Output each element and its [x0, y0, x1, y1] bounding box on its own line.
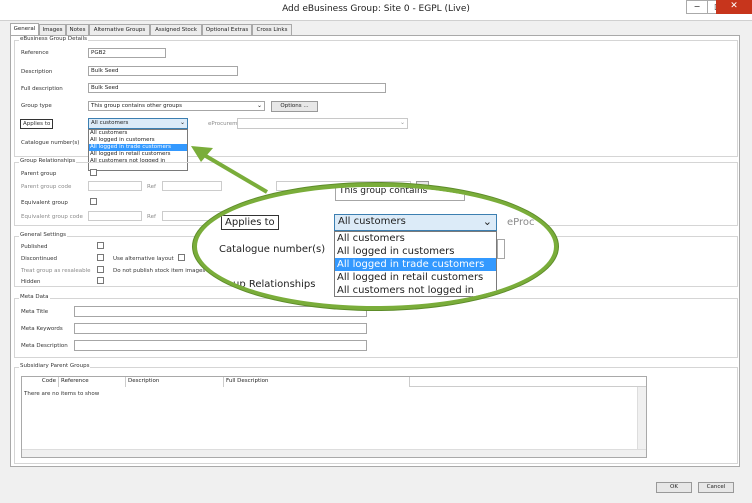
eprocurement-select[interactable]: ⌄ — [237, 118, 408, 129]
zoom-dropdown-option: All customers not logged in — [337, 285, 474, 296]
chevron-down-icon: ⌄ — [256, 102, 262, 109]
zoom-catalogue-edge — [497, 239, 505, 259]
column-header-description[interactable]: Description — [126, 377, 224, 387]
zoom-applies-to-select: All customers ⌄ — [334, 214, 497, 231]
meta-description-label: Meta Description — [21, 343, 68, 349]
description-label: Description — [21, 69, 53, 75]
callout-arrow — [191, 146, 269, 194]
parent-group-code-label: Parent group code — [21, 184, 72, 190]
chevron-down-icon: ⌄ — [179, 119, 185, 126]
parent-group-label: Parent group — [21, 171, 57, 177]
discontinued-label: Discontinued — [21, 256, 58, 262]
use-alt-layout-checkbox[interactable] — [178, 254, 185, 261]
subsidiary-grid: Code Reference Description Full Descript… — [21, 376, 647, 458]
close-button[interactable]: ✕ — [716, 0, 752, 14]
horizontal-scrollbar[interactable] — [22, 449, 646, 457]
tab-images[interactable]: Images — [39, 24, 66, 35]
column-header-reference[interactable]: Reference — [59, 377, 126, 387]
meta-data-legend: Meta Data — [19, 294, 50, 300]
group-type-label: Group type — [21, 103, 52, 109]
relationships-legend: Group Relationships — [19, 158, 77, 164]
tab-notes[interactable]: Notes — [66, 24, 89, 35]
group-type-value: This group contains other groups — [91, 103, 182, 109]
tab-assigned-stock[interactable]: Assigned Stock — [150, 24, 202, 35]
zoom-dropdown: All customers All logged in customers Al… — [334, 231, 497, 297]
not-publish-images-label: Do not publish stock item images — [113, 268, 206, 274]
dropdown-option[interactable]: All logged in customers — [89, 137, 187, 144]
meta-title-label: Meta Title — [21, 309, 49, 315]
hidden-checkbox[interactable] — [97, 277, 104, 284]
meta-title-field[interactable] — [74, 306, 367, 317]
zoom-callout: This group contains Applies to All custo… — [193, 183, 558, 310]
equivalent-ref-label: Ref — [147, 214, 156, 220]
zoom-applies-to-label: Applies to — [221, 215, 279, 230]
zoom-dropdown-option-selected: All logged in trade customers — [335, 258, 496, 271]
applies-to-select[interactable]: All customers ⌄ — [88, 118, 188, 129]
column-header-full-description[interactable]: Full Description — [224, 377, 410, 387]
meta-keywords-field[interactable] — [74, 323, 367, 334]
vertical-scrollbar[interactable] — [637, 387, 646, 449]
zoom-group-type-text: This group contains — [339, 186, 428, 196]
chevron-down-icon: ⌄ — [482, 215, 492, 228]
group-type-select[interactable]: This group contains other groups ⌄ — [88, 101, 265, 111]
parent-ref-label: Ref — [147, 184, 156, 190]
dropdown-option-selected[interactable]: All logged in trade customers — [89, 144, 187, 151]
zoom-relationships-label: up Relationships — [233, 279, 316, 290]
window-title: Add eBusiness Group: Site 0 - EGPL (Live… — [282, 4, 470, 14]
tab-alternative-groups[interactable]: Alternative Groups — [89, 24, 150, 35]
tab-optional-extras[interactable]: Optional Extras — [202, 24, 252, 35]
equivalent-group-code-field[interactable] — [88, 211, 142, 221]
zoom-eprocurement-label: eProc — [507, 217, 535, 228]
equivalent-group-checkbox[interactable] — [90, 198, 97, 205]
published-label: Published — [21, 244, 48, 250]
details-legend: eBusiness Group Details — [19, 36, 88, 42]
discontinued-checkbox[interactable] — [97, 254, 104, 261]
equivalent-group-label: Equivalent group — [21, 200, 68, 206]
zoom-dropdown-option: All logged in customers — [337, 246, 455, 257]
chevron-down-icon: ⌄ — [399, 119, 405, 126]
cancel-button[interactable]: Cancel — [698, 482, 734, 493]
empty-message: There are no items to show — [24, 391, 100, 397]
ok-button[interactable]: OK — [656, 482, 692, 493]
applies-to-label: Applies to — [20, 119, 54, 129]
zoom-dropdown-option: All customers — [337, 233, 405, 244]
reference-field[interactable]: PGB2 — [88, 48, 166, 58]
arrow-shaft — [197, 150, 269, 194]
applies-to-value: All customers — [91, 120, 129, 126]
parent-group-code-field[interactable] — [88, 181, 142, 191]
use-alt-layout-label: Use alternative layout — [113, 256, 174, 262]
published-checkbox[interactable] — [97, 242, 104, 249]
meta-keywords-label: Meta Keywords — [21, 326, 63, 332]
full-description-field[interactable]: Bulk Seed — [88, 83, 386, 93]
options-button[interactable]: Options ... — [271, 101, 318, 112]
tab-cross-links[interactable]: Cross Links — [252, 24, 292, 35]
zoom-applies-to-value: All customers — [338, 216, 406, 227]
hidden-label: Hidden — [21, 279, 41, 285]
description-field[interactable]: Bulk Seed — [88, 66, 238, 76]
minimize-button[interactable]: − — [686, 0, 708, 14]
tab-general[interactable]: General — [10, 23, 39, 35]
zoom-catalogue-label: Catalogue number(s) — [219, 244, 326, 255]
full-description-label: Full description — [21, 86, 63, 92]
reference-label: Reference — [21, 50, 49, 56]
zoom-group-type-field: This group contains — [335, 186, 465, 201]
dropdown-option[interactable]: All customers — [89, 130, 187, 137]
zoom-dropdown-option: All logged in retail customers — [337, 272, 484, 283]
treat-resaleable-label: Treat group as resaleable — [21, 268, 91, 274]
general-settings-legend: General Settings — [19, 232, 67, 238]
treat-resaleable-checkbox[interactable] — [97, 266, 104, 273]
subsidiary-legend: Subsidiary Parent Groups — [19, 363, 91, 369]
column-header-code[interactable]: Code — [22, 377, 59, 387]
catalogue-label: Catalogue number(s) — [21, 140, 80, 146]
meta-description-field[interactable] — [74, 340, 367, 351]
dropdown-option[interactable]: All logged in retail customers — [89, 151, 187, 158]
equivalent-group-code-label: Equivalent group code — [21, 214, 83, 220]
parent-group-checkbox[interactable] — [90, 169, 97, 176]
